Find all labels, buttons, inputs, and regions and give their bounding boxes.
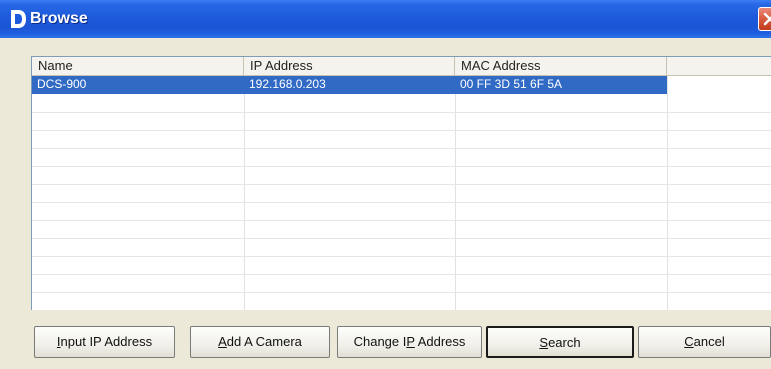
row-divider bbox=[32, 130, 771, 131]
table-row[interactable]: DCS-900 192.168.0.203 00 FF 3D 51 6F 5A bbox=[32, 76, 667, 94]
column-header-ip-address[interactable]: IP Address bbox=[244, 57, 455, 76]
cell-mac-address: 00 FF 3D 51 6F 5A bbox=[460, 77, 563, 91]
add-a-camera-button[interactable]: Add A Camera bbox=[190, 326, 330, 358]
column-header-mac-address[interactable]: MAC Address bbox=[455, 57, 667, 76]
column-header-blank[interactable] bbox=[667, 57, 771, 76]
row-divider bbox=[32, 112, 771, 113]
close-button[interactable] bbox=[758, 7, 771, 31]
cell-ip-address: 192.168.0.203 bbox=[249, 77, 326, 91]
window-title: Browse bbox=[30, 10, 88, 27]
row-divider bbox=[32, 238, 771, 239]
cancel-button[interactable]: Cancel bbox=[638, 326, 771, 358]
row-divider bbox=[32, 166, 771, 167]
change-ip-address-button[interactable]: Change IP Address bbox=[337, 326, 482, 358]
row-divider bbox=[32, 148, 771, 149]
row-divider bbox=[32, 292, 771, 293]
row-divider bbox=[32, 274, 771, 275]
d-link-d-icon bbox=[11, 10, 26, 28]
row-divider bbox=[32, 184, 771, 185]
row-divider bbox=[32, 256, 771, 257]
column-header-name[interactable]: Name bbox=[32, 57, 244, 76]
close-icon bbox=[763, 12, 771, 26]
row-divider bbox=[32, 220, 771, 221]
cell-name: DCS-900 bbox=[37, 77, 87, 91]
input-ip-address-button[interactable]: Input IP Address bbox=[34, 326, 175, 358]
search-button[interactable]: Search bbox=[486, 326, 634, 358]
row-divider bbox=[32, 202, 771, 203]
browse-dialog: Browse Name IP Address MAC Address DCS-9… bbox=[0, 0, 771, 369]
camera-list[interactable]: Name IP Address MAC Address DCS-900 192.… bbox=[31, 56, 771, 310]
title-bar[interactable]: Browse bbox=[0, 0, 771, 38]
